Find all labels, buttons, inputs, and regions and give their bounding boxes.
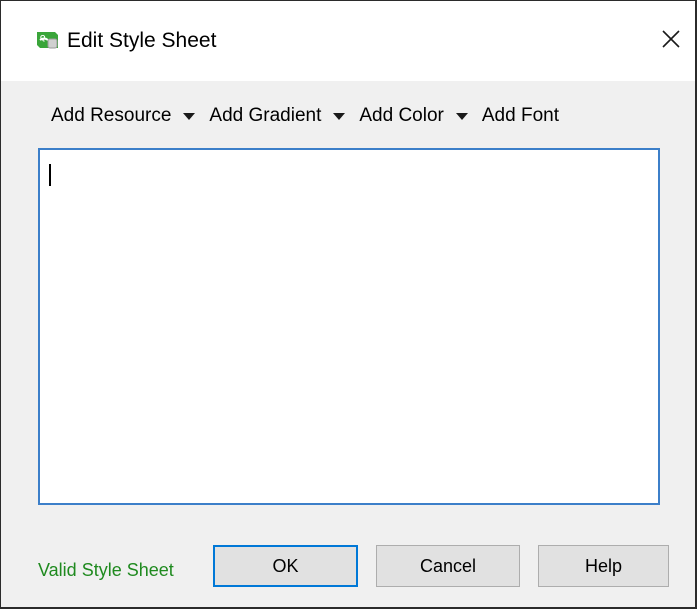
window-title: Edit Style Sheet xyxy=(67,29,217,52)
add-color-dropdown-icon[interactable] xyxy=(455,112,468,120)
validation-status: Valid Style Sheet xyxy=(38,560,174,580)
ok-button[interactable]: OK xyxy=(213,545,358,587)
help-button[interactable]: Help xyxy=(538,545,669,587)
cancel-button[interactable]: Cancel xyxy=(376,545,520,587)
add-resource-dropdown-icon[interactable] xyxy=(183,112,196,120)
add-gradient-dropdown-icon[interactable] xyxy=(333,112,346,120)
qt-designer-icon: Q xyxy=(35,31,59,51)
style-sheet-editor[interactable] xyxy=(38,148,660,505)
add-font-button[interactable]: Add Font xyxy=(482,105,559,127)
text-cursor xyxy=(49,164,51,186)
add-resource-button[interactable]: Add Resource xyxy=(51,105,171,127)
close-icon xyxy=(661,29,681,54)
add-gradient-button[interactable]: Add Gradient xyxy=(209,105,321,127)
close-button[interactable] xyxy=(653,21,689,61)
toolbar: Add Resource Add Gradient Add Color Add … xyxy=(51,105,559,127)
title-bar: Q Edit Style Sheet xyxy=(1,1,695,81)
edit-style-sheet-dialog: Q Edit Style Sheet Add Resource Add Grad… xyxy=(0,0,697,609)
svg-text:Q: Q xyxy=(40,35,46,42)
add-color-button[interactable]: Add Color xyxy=(359,105,444,127)
